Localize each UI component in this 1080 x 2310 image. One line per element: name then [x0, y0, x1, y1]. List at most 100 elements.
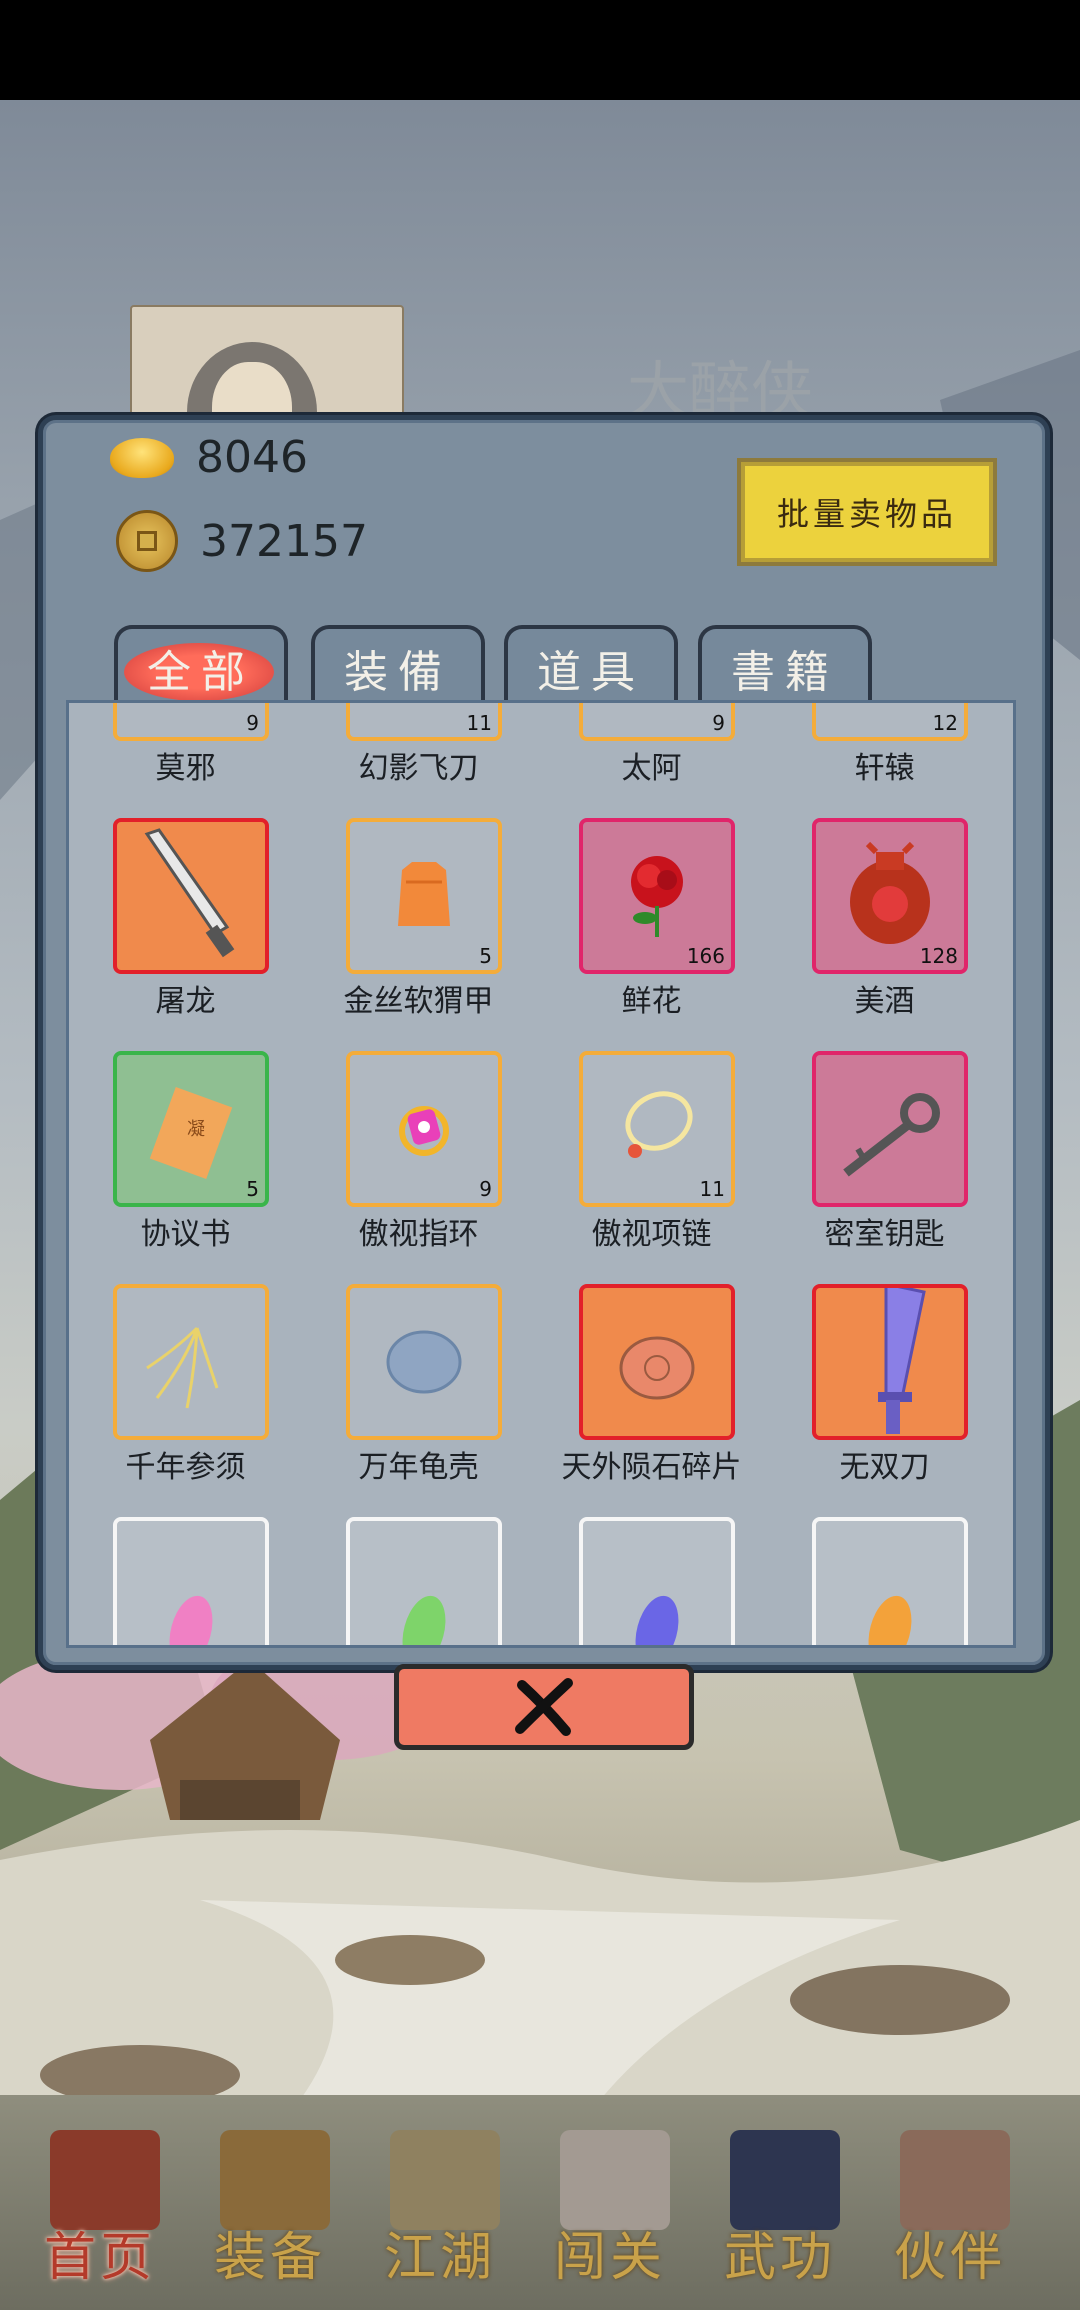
item-slot[interactable]: 9: [579, 703, 735, 741]
nav-label: 闯关: [553, 2228, 666, 2288]
inventory-item[interactable]: 无双刀: [768, 1284, 1001, 1517]
item-name: 美酒: [854, 984, 915, 1019]
tab-label: 全部: [147, 647, 255, 698]
item-name: 幻影飞刀: [358, 751, 479, 786]
item-name: 屠龙: [155, 984, 216, 1019]
item-slot[interactable]: [812, 1051, 968, 1207]
inventory-item[interactable]: 166 鲜花: [535, 818, 768, 1051]
item-count: 5: [479, 944, 492, 968]
item-count: 9: [712, 711, 725, 735]
gold-ingot-icon: [110, 437, 174, 478]
tab-label: 書籍: [731, 647, 839, 698]
item-name: 密室钥匙: [824, 1217, 945, 1252]
item-count: 166: [686, 944, 725, 968]
ginseng-root-icon: [117, 1288, 265, 1436]
item-name: 千年参须: [125, 1450, 246, 1485]
contract-paper-icon: 凝: [117, 1055, 265, 1203]
sword-icon: [583, 703, 731, 737]
item-slot[interactable]: [346, 1284, 502, 1440]
item-slot[interactable]: 9: [113, 703, 269, 741]
svg-text:凝: 凝: [187, 1119, 205, 1140]
nav-equipment[interactable]: 装备: [190, 2115, 350, 2305]
item-name: 鲜花: [621, 984, 682, 1019]
item-slot[interactable]: [113, 1517, 269, 1645]
nav-home[interactable]: 首页: [20, 2115, 180, 2305]
inventory-item[interactable]: [768, 1517, 1001, 1645]
nav-label: 江湖: [383, 2228, 496, 2288]
item-slot[interactable]: [346, 1517, 502, 1645]
inventory-item[interactable]: 凝 5 协议书: [69, 1051, 302, 1284]
item-slot[interactable]: [579, 1517, 735, 1645]
item-name: 莫邪: [155, 751, 216, 786]
item-count: 12: [932, 711, 958, 735]
item-slot[interactable]: 166: [579, 818, 735, 974]
item-grid[interactable]: 9 莫邪 11 幻影飞刀 9 太阿 12 轩辕 屠龙 5 金丝软猬甲 166 鲜花 128 美酒凝 5 协议书 9…: [66, 700, 1016, 1648]
item-slot[interactable]: 5: [346, 818, 502, 974]
item-count: 9: [246, 711, 259, 735]
item-slot[interactable]: [812, 1517, 968, 1645]
item-slot[interactable]: [113, 818, 269, 974]
inventory-item[interactable]: 9 傲视指环: [302, 1051, 535, 1284]
inventory-item[interactable]: 5 金丝软猬甲: [302, 818, 535, 1051]
item-name: 万年龟壳: [358, 1450, 479, 1485]
inventory-item[interactable]: 天外陨石碎片: [535, 1284, 768, 1517]
coin-display: 372157: [116, 510, 368, 572]
key-icon: [816, 1055, 964, 1203]
item-count: 5: [246, 1177, 259, 1201]
item-slot[interactable]: [579, 1284, 735, 1440]
item-slot[interactable]: [113, 1284, 269, 1440]
item-slot[interactable]: 128: [812, 818, 968, 974]
item-name: 无双刀: [839, 1450, 930, 1485]
bulk-sell-button[interactable]: 批量卖物品: [737, 458, 997, 566]
inventory-item[interactable]: 9 莫邪: [69, 703, 302, 818]
inventory-item[interactable]: [302, 1517, 535, 1645]
item-count: 128: [919, 944, 958, 968]
gold-amount: 8046: [196, 432, 308, 483]
item-slot[interactable]: [812, 1284, 968, 1440]
close-button[interactable]: [394, 1664, 694, 1750]
pink-feather-icon: [117, 1521, 265, 1645]
blade-icon: [816, 1288, 964, 1436]
inventory-item[interactable]: 11 傲视项链: [535, 1051, 768, 1284]
nav-jianghu[interactable]: 江湖: [360, 2115, 520, 2305]
green-feather-icon: [350, 1521, 498, 1645]
inventory-item[interactable]: 128 美酒: [768, 818, 1001, 1051]
inventory-item[interactable]: 11 幻影飞刀: [302, 703, 535, 818]
gold-display: 8046: [110, 432, 308, 483]
item-count: 9: [479, 1177, 492, 1201]
item-count: 11: [699, 1177, 725, 1201]
item-slot[interactable]: 12: [812, 703, 968, 741]
copper-coin-icon: [116, 510, 178, 572]
nav-label: 首页: [43, 2228, 156, 2288]
nav-label: 伙伴: [893, 2228, 1006, 2288]
tab-label: 装備: [344, 647, 452, 698]
item-slot[interactable]: 凝5: [113, 1051, 269, 1207]
item-slot[interactable]: 11: [346, 703, 502, 741]
inventory-item[interactable]: 密室钥匙: [768, 1051, 1001, 1284]
tab-all[interactable]: 全部: [114, 625, 288, 707]
tab-books[interactable]: 書籍: [698, 625, 872, 707]
inventory-item[interactable]: 屠龙: [69, 818, 302, 1051]
tab-equipment[interactable]: 装備: [311, 625, 485, 707]
item-name: 傲视指环: [358, 1217, 479, 1252]
nav-challenge[interactable]: 闯关: [530, 2115, 690, 2305]
inventory-item[interactable]: 万年龟壳: [302, 1284, 535, 1517]
armor-vest-icon: [350, 822, 498, 970]
inventory-item[interactable]: 千年参须: [69, 1284, 302, 1517]
coin-amount: 372157: [200, 515, 368, 567]
inventory-item[interactable]: 12 轩辕: [768, 703, 1001, 818]
item-name: 傲视项链: [591, 1217, 712, 1252]
inventory-item[interactable]: [69, 1517, 302, 1645]
blue-feather-icon: [583, 1521, 731, 1645]
nav-label: 武功: [723, 2228, 836, 2288]
close-x-icon: [515, 1678, 573, 1736]
nav-companions[interactable]: 伙伴: [870, 2115, 1030, 2305]
item-slot[interactable]: 11: [579, 1051, 735, 1207]
nav-martial-arts[interactable]: 武功: [700, 2115, 860, 2305]
inventory-item[interactable]: [535, 1517, 768, 1645]
inventory-item[interactable]: 9 太阿: [535, 703, 768, 818]
item-slot[interactable]: 9: [346, 1051, 502, 1207]
tab-props[interactable]: 道具: [504, 625, 678, 707]
ring-icon: [350, 1055, 498, 1203]
hero-portrait[interactable]: [130, 305, 404, 429]
